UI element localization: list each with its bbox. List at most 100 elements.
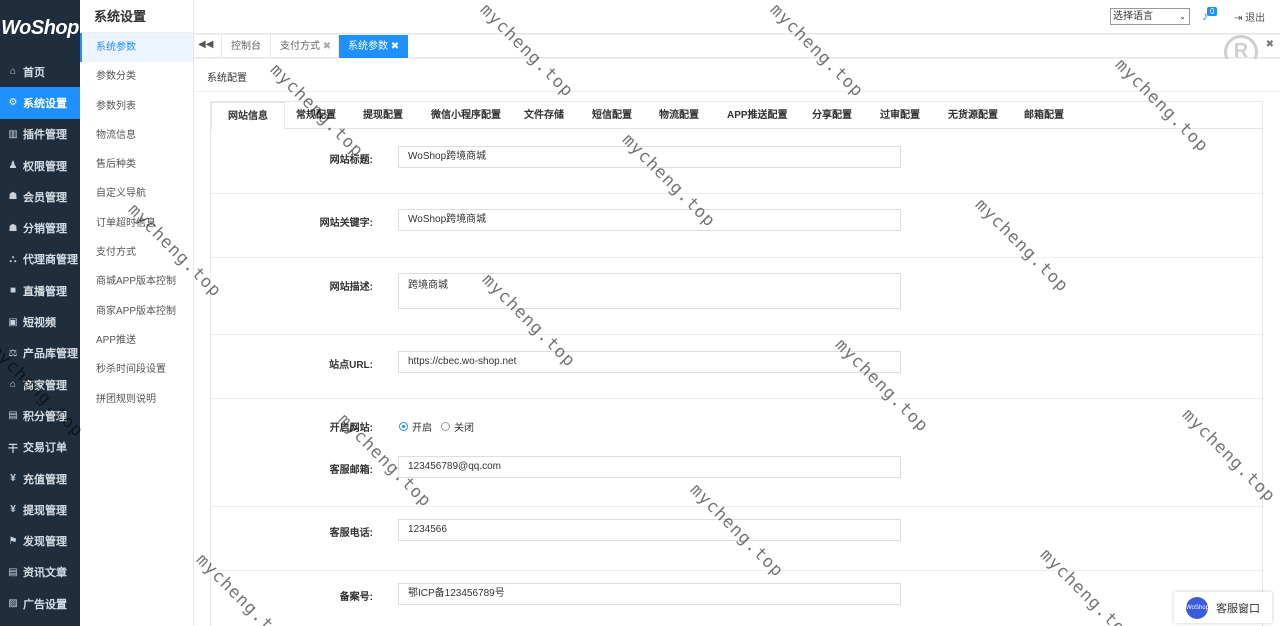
language-select[interactable]: 选择语言 ⌄: [1110, 8, 1190, 25]
tab-site-info[interactable]: 网站信息: [211, 102, 285, 130]
nav-item-label: 分销管理: [23, 223, 67, 236]
config-panel: 网站信息 常规配置 提现配置 微信小程序配置 文件存储 短信配置 物流配置 AP…: [210, 101, 1264, 626]
divider: [194, 91, 1280, 92]
nav-item-10[interactable]: ⌂ 商家管理: [0, 369, 80, 400]
customer-service-window-button[interactable]: WoShop 客服窗口: [1174, 592, 1272, 623]
page-tabs-bar: ◀◀ 控制台 支付方式 ✖ 系统参数 ✖ R ✖: [194, 35, 1280, 69]
icp-input[interactable]: 鄂ICP备123456789号: [398, 583, 901, 605]
flag-icon: ⚑: [8, 535, 18, 547]
nav-item-12[interactable]: 干交易订单: [0, 432, 80, 463]
yen-icon: ¥: [10, 473, 16, 484]
nav-item-3[interactable]: ♟ 权限管理: [0, 150, 80, 181]
tab-logistics-config[interactable]: 物流配置: [659, 102, 699, 129]
close-all-icon[interactable]: ✖: [1266, 39, 1274, 50]
tab-general-config[interactable]: 常规配置: [296, 102, 336, 129]
sub-nav-item-4[interactable]: 售后种类: [80, 150, 193, 179]
form-row-icp: 备案号: 鄂ICP备123456789号: [211, 571, 1264, 626]
sub-nav-item-11[interactable]: 秒杀时间段设置: [80, 355, 193, 384]
nav-item-7[interactable]: ■ 直播管理: [0, 275, 80, 306]
sub-nav-item-7[interactable]: 支付方式: [80, 238, 193, 267]
news-icon: ▤: [8, 566, 18, 578]
sub-sidebar-title: 系统设置: [80, 0, 193, 33]
sub-nav-item-12[interactable]: 拼团规则说明: [80, 385, 193, 414]
logo[interactable]: WoShop: [0, 0, 80, 56]
tab-review-config[interactable]: 过审配置: [880, 102, 920, 129]
main-sidebar: WoShop ⌂ 首页 ⚙ 系统设置 ▥ 插件管理 ♟ 权限管理 ☗ 会员管理 ☗ 分销管理 ⛬ 代理商管…: [0, 0, 80, 626]
tab-file-storage[interactable]: 文件存储: [524, 102, 564, 129]
sub-nav-item-1[interactable]: 参数分类: [80, 62, 193, 91]
service-logo-icon: WoShop: [1186, 596, 1209, 619]
tab-app-push-config[interactable]: APP推送配置: [727, 102, 788, 129]
sub-nav-item-3[interactable]: 物流信息: [80, 121, 193, 150]
site-url-input[interactable]: https://cbec.wo-shop.net: [398, 351, 901, 373]
radio-checked-icon: [399, 422, 408, 431]
nav-item-label: 广告设置: [23, 598, 67, 611]
nav-item-label: 短视频: [23, 317, 56, 330]
nav-item-4[interactable]: ☗ 会员管理: [0, 181, 80, 212]
tab-no-stock-source-config[interactable]: 无货源配置: [948, 102, 998, 129]
sub-nav-item-2[interactable]: 参数列表: [80, 92, 193, 121]
gear-icon: ⚙: [8, 97, 18, 109]
nav-item-5[interactable]: ☗ 分销管理: [0, 212, 80, 243]
nav-item-0[interactable]: ⌂ 首页: [0, 56, 80, 87]
nav-item-2[interactable]: ▥ 插件管理: [0, 119, 80, 150]
close-icon[interactable]: ✖: [323, 41, 331, 52]
nav-item-11[interactable]: ▤ 积分管理: [0, 400, 80, 431]
notification-badge: 0: [1207, 7, 1218, 16]
tab-email-config[interactable]: 邮箱配置: [1024, 102, 1064, 129]
video-camera-icon: ■: [9, 285, 17, 297]
sub-nav-item-0[interactable]: 系统参数: [80, 33, 193, 63]
nav-item-16[interactable]: ▤ 资讯文章: [0, 557, 80, 588]
sub-nav-item-5[interactable]: 自定义导航: [80, 179, 193, 208]
short-video-icon: ▣: [8, 316, 18, 328]
tab-share-config[interactable]: 分享配置: [812, 102, 852, 129]
distribution-icon: ☗: [8, 222, 18, 234]
site-description-textarea[interactable]: 跨境商城: [398, 273, 901, 309]
sub-nav-item-10[interactable]: APP推送: [80, 326, 193, 355]
sub-nav-item-8[interactable]: 商城APP版本控制: [80, 267, 193, 296]
user-lock-icon: ♟: [8, 160, 18, 172]
site-open-radio-on[interactable]: 开启: [399, 419, 432, 434]
breadcrumb: 系统配置: [207, 73, 247, 84]
chevron-down-icon: ⌄: [1179, 12, 1186, 21]
site-title-input[interactable]: WoShop跨境商城: [398, 146, 901, 168]
close-icon[interactable]: ✖: [391, 41, 399, 52]
tab-payment-methods[interactable]: 支付方式 ✖: [270, 35, 340, 58]
nav-item-15[interactable]: ⚑ 发现管理: [0, 525, 80, 556]
sub-nav-item-6[interactable]: 订单超时信息: [80, 209, 193, 238]
main-content: 系统配置 网站信息 常规配置 提现配置 微信小程序配置 文件存储 短信配置 物流…: [194, 59, 1280, 626]
nav-item-label: 系统设置: [23, 97, 67, 110]
sub-nav-item-9[interactable]: 商家APP版本控制: [80, 297, 193, 326]
nav-item-label: 商家管理: [23, 379, 67, 392]
nav-item-label: 发现管理: [23, 536, 67, 549]
nav-item-14[interactable]: ¥ 提现管理: [0, 494, 80, 525]
form-row-site-url: 站点URL: https://cbec.wo-shop.net: [211, 335, 1264, 399]
trade-icon: 干: [8, 443, 18, 455]
config-tabs: 网站信息 常规配置 提现配置 微信小程序配置 文件存储 短信配置 物流配置 AP…: [211, 102, 1262, 130]
site-open-radio-off[interactable]: 关闭: [441, 419, 474, 434]
form-row-site-description: 网站描述: 跨境商城: [211, 258, 1264, 335]
scale-icon: ⚖: [8, 347, 18, 359]
nav-item-label: 产品库管理: [23, 348, 78, 361]
logo-text: WoShop: [1, 16, 79, 39]
nav-item-13[interactable]: ¥ 充值管理: [0, 463, 80, 494]
service-phone-input[interactable]: 1234566: [398, 519, 901, 541]
service-email-input[interactable]: 123456789@qq.com: [398, 456, 901, 478]
nav-item-6[interactable]: ⛬ 代理商管理: [0, 244, 80, 275]
form-row-site-keywords: 网站关键字: WoShop跨境商城: [211, 194, 1264, 258]
nav-item-8[interactable]: ▣ 短视频: [0, 306, 80, 337]
site-keywords-input[interactable]: WoShop跨境商城: [398, 209, 901, 231]
tab-wechat-miniprogram-config[interactable]: 微信小程序配置: [431, 102, 501, 129]
tab-withdraw-config[interactable]: 提现配置: [363, 102, 403, 129]
tab-dashboard[interactable]: 控制台: [221, 35, 270, 58]
nav-item-17[interactable]: ▨ 广告设置: [0, 588, 80, 619]
tab-system-params[interactable]: 系统参数 ✖: [338, 35, 409, 58]
nav-item-label: 资讯文章: [23, 567, 67, 580]
nav-item-label: 积分管理: [23, 410, 67, 423]
tab-sms-config[interactable]: 短信配置: [592, 102, 632, 129]
nav-item-1[interactable]: ⚙ 系统设置: [0, 87, 80, 119]
nav-item-9[interactable]: ⚖ 产品库管理: [0, 338, 80, 369]
logout-button[interactable]: ⇥ 退出: [1234, 9, 1265, 24]
sub-sidebar: 系统设置 系统参数 参数分类 参数列表 物流信息 售后种类 自定义导航 订单超时信息 支付方式…: [80, 0, 194, 626]
double-chevron-left-icon[interactable]: ◀◀: [198, 39, 213, 50]
